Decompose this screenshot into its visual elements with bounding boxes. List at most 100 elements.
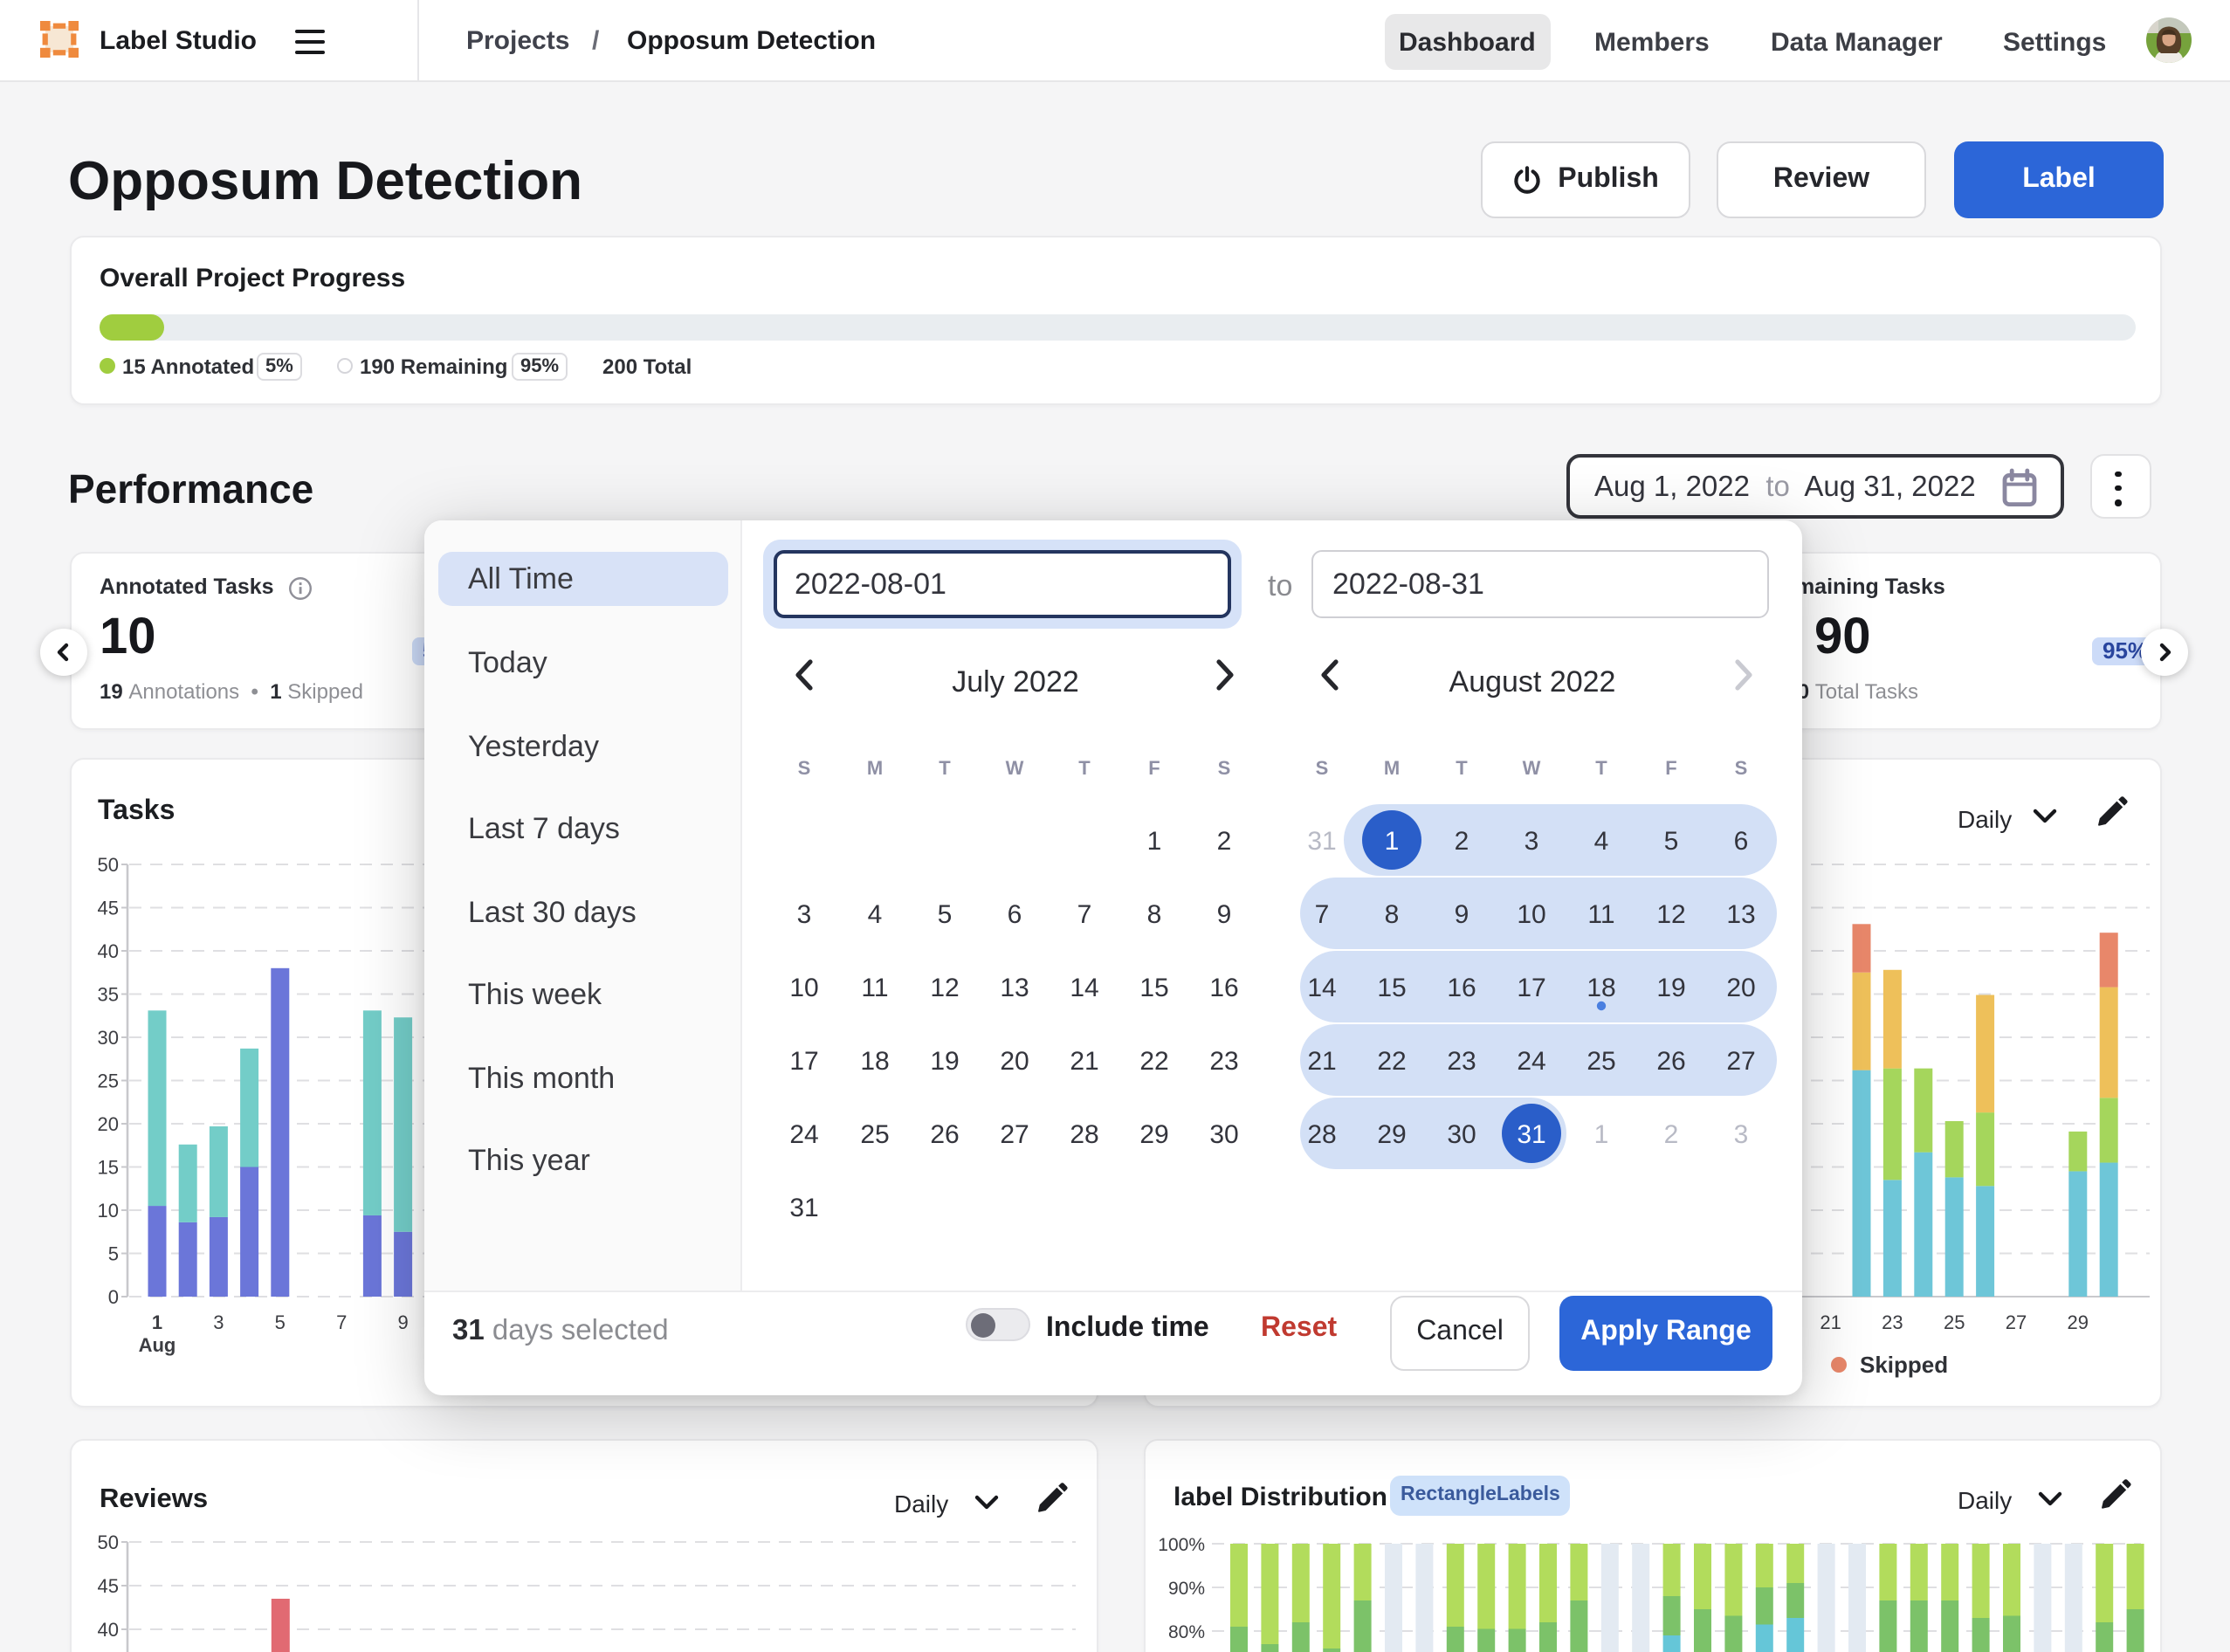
svg-text:9: 9 xyxy=(1455,900,1469,929)
svg-text:30: 30 xyxy=(98,1027,119,1049)
svg-text:35: 35 xyxy=(98,984,119,1006)
svg-text:8: 8 xyxy=(1385,900,1400,929)
svg-text:5: 5 xyxy=(938,900,953,929)
svg-text:19: 19 xyxy=(1656,974,1685,1002)
svg-text:90%: 90% xyxy=(1168,1579,1205,1599)
svg-text:10: 10 xyxy=(789,974,818,1002)
svg-text:F: F xyxy=(1665,757,1676,779)
svg-text:50: 50 xyxy=(98,1532,119,1553)
svg-text:T: T xyxy=(1595,757,1607,779)
svg-text:15: 15 xyxy=(1377,974,1406,1002)
svg-text:T: T xyxy=(939,757,951,779)
svg-text:45: 45 xyxy=(98,1575,119,1597)
svg-text:26: 26 xyxy=(1656,1047,1685,1076)
svg-text:28: 28 xyxy=(1307,1120,1336,1149)
svg-text:M: M xyxy=(867,757,883,779)
svg-text:3: 3 xyxy=(797,900,812,929)
svg-text:July 2022: July 2022 xyxy=(952,665,1079,699)
svg-text:2: 2 xyxy=(1664,1120,1679,1149)
svg-text:7: 7 xyxy=(1315,900,1330,929)
svg-text:9: 9 xyxy=(397,1311,408,1333)
svg-text:27: 27 xyxy=(1000,1120,1029,1149)
svg-text:1: 1 xyxy=(152,1311,162,1333)
svg-text:13: 13 xyxy=(1000,974,1029,1002)
svg-text:Aug: Aug xyxy=(139,1334,176,1356)
svg-text:S: S xyxy=(1735,757,1748,779)
svg-text:1: 1 xyxy=(1594,1120,1609,1149)
svg-text:8: 8 xyxy=(1147,900,1162,929)
svg-text:7: 7 xyxy=(336,1311,347,1333)
svg-text:20: 20 xyxy=(1000,1047,1029,1076)
svg-text:5: 5 xyxy=(1664,827,1679,856)
svg-text:15: 15 xyxy=(1139,974,1168,1002)
svg-text:10: 10 xyxy=(98,1200,119,1222)
svg-text:Skipped: Skipped xyxy=(1860,1352,1948,1378)
svg-text:21: 21 xyxy=(1070,1047,1098,1076)
svg-text:T: T xyxy=(1078,757,1091,779)
svg-text:S: S xyxy=(1316,757,1329,779)
svg-text:45: 45 xyxy=(98,898,119,919)
svg-text:21: 21 xyxy=(1307,1047,1336,1076)
svg-text:29: 29 xyxy=(1377,1120,1406,1149)
svg-text:2: 2 xyxy=(1217,827,1232,856)
svg-text:100%: 100% xyxy=(1158,1535,1205,1555)
svg-text:S: S xyxy=(798,757,811,779)
svg-text:40: 40 xyxy=(98,1619,119,1641)
svg-text:25: 25 xyxy=(860,1120,889,1149)
svg-text:2: 2 xyxy=(1455,827,1469,856)
svg-text:19: 19 xyxy=(930,1047,959,1076)
svg-text:24: 24 xyxy=(1517,1047,1545,1076)
svg-text:23: 23 xyxy=(1209,1047,1238,1076)
svg-text:25: 25 xyxy=(1944,1311,1965,1333)
svg-text:23: 23 xyxy=(1882,1311,1903,1333)
svg-text:28: 28 xyxy=(1070,1120,1098,1149)
svg-text:7: 7 xyxy=(1077,900,1092,929)
svg-text:20: 20 xyxy=(98,1113,119,1135)
svg-text:29: 29 xyxy=(2068,1311,2089,1333)
svg-text:25: 25 xyxy=(98,1070,119,1092)
svg-text:22: 22 xyxy=(1139,1047,1168,1076)
svg-text:31: 31 xyxy=(789,1194,818,1222)
svg-text:1: 1 xyxy=(1385,827,1400,856)
svg-text:17: 17 xyxy=(1517,974,1545,1002)
svg-text:16: 16 xyxy=(1209,974,1238,1002)
svg-text:80%: 80% xyxy=(1168,1622,1205,1642)
svg-text:27: 27 xyxy=(1726,1047,1755,1076)
svg-text:4: 4 xyxy=(1594,827,1609,856)
svg-text:0: 0 xyxy=(108,1286,119,1308)
svg-text:30: 30 xyxy=(1209,1120,1238,1149)
svg-text:6: 6 xyxy=(1008,900,1022,929)
svg-text:31: 31 xyxy=(1517,1120,1545,1149)
svg-text:14: 14 xyxy=(1070,974,1098,1002)
svg-text:11: 11 xyxy=(1587,900,1614,929)
svg-text:14: 14 xyxy=(1307,974,1336,1002)
svg-text:5: 5 xyxy=(275,1311,286,1333)
svg-text:16: 16 xyxy=(1447,974,1476,1002)
svg-text:August 2022: August 2022 xyxy=(1449,665,1616,699)
svg-text:5: 5 xyxy=(108,1243,119,1265)
svg-text:1: 1 xyxy=(1147,827,1162,856)
svg-text:12: 12 xyxy=(1656,900,1685,929)
svg-text:M: M xyxy=(1384,757,1400,779)
svg-text:T: T xyxy=(1456,757,1468,779)
svg-text:3: 3 xyxy=(213,1311,224,1333)
svg-text:40: 40 xyxy=(98,940,119,962)
svg-text:20: 20 xyxy=(1726,974,1755,1002)
svg-text:15: 15 xyxy=(98,1157,119,1179)
svg-text:17: 17 xyxy=(789,1047,818,1076)
svg-text:13: 13 xyxy=(1726,900,1755,929)
svg-text:W: W xyxy=(1006,757,1024,779)
svg-text:9: 9 xyxy=(1217,900,1232,929)
svg-text:22: 22 xyxy=(1377,1047,1406,1076)
svg-text:S: S xyxy=(1218,757,1231,779)
svg-text:4: 4 xyxy=(868,900,883,929)
svg-text:W: W xyxy=(1523,757,1541,779)
svg-text:F: F xyxy=(1148,757,1160,779)
svg-text:21: 21 xyxy=(1820,1311,1841,1333)
svg-text:23: 23 xyxy=(1447,1047,1476,1076)
svg-text:18: 18 xyxy=(860,1047,889,1076)
svg-text:6: 6 xyxy=(1734,827,1749,856)
svg-text:18: 18 xyxy=(1586,974,1615,1002)
svg-text:12: 12 xyxy=(930,974,959,1002)
svg-text:3: 3 xyxy=(1525,827,1539,856)
